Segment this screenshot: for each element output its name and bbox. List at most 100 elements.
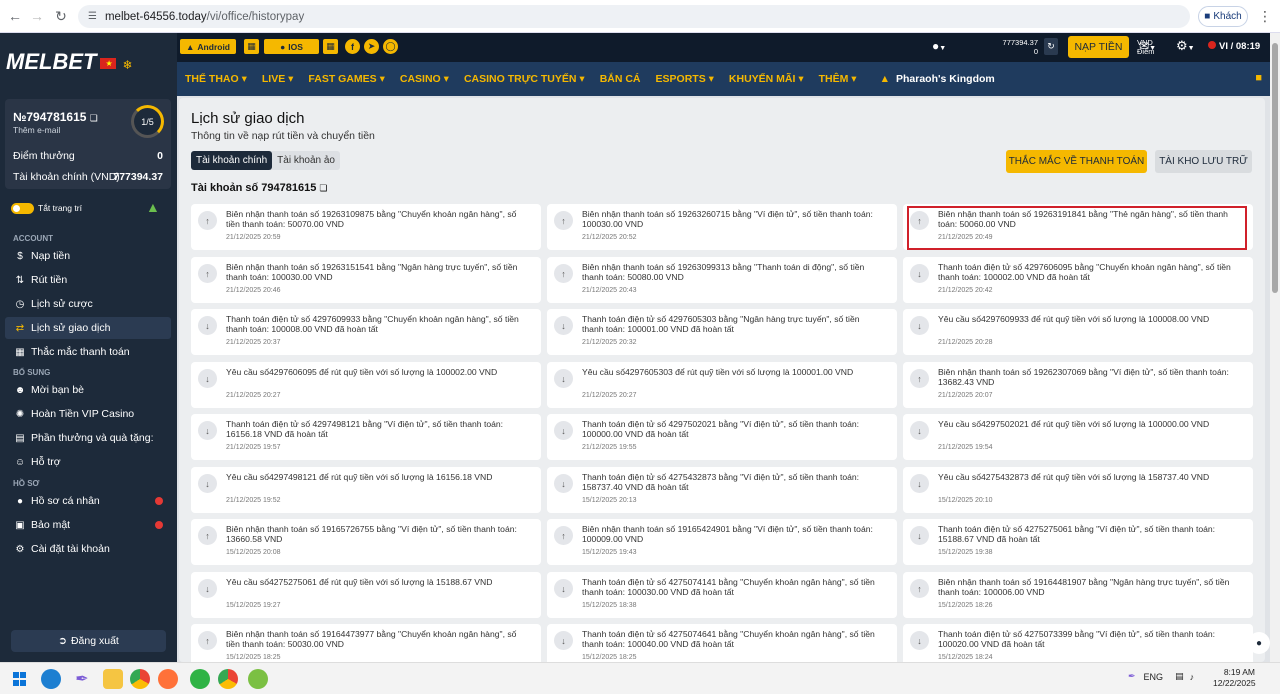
- transaction-card[interactable]: ↓ Thanh toán điện tử số 4297606095 bằng "…: [903, 257, 1253, 303]
- nav-promotions[interactable]: KHUYẾN MÃI ▾: [729, 73, 804, 85]
- transaction-card[interactable]: ↑ Biên nhận thanh toán số 19263260715 bằn…: [547, 204, 897, 250]
- transaction-card[interactable]: ↑ Biên nhận thanh toán số 19263109875 bằn…: [191, 204, 541, 250]
- pen-tray-icon[interactable]: ✒: [1128, 671, 1136, 682]
- transaction-card[interactable]: ↓ Thanh toán điện tử số 4297502021 bằng "…: [547, 414, 897, 460]
- nav-live[interactable]: LIVE ▾: [262, 73, 294, 85]
- sidebar-item-rewards[interactable]: ▤ Phần thưởng và quà tặng:: [5, 427, 171, 449]
- messages-icon[interactable]: ✉▼: [1139, 39, 1156, 53]
- transaction-card[interactable]: ↓ Thanh toán điện tử số 4297605303 bằng "…: [547, 309, 897, 355]
- transaction-card[interactable]: ↓ Yêu cầu số4297606095 để rút quỹ tiền vớ…: [191, 362, 541, 408]
- firefox-icon[interactable]: [158, 669, 178, 689]
- transaction-card[interactable]: ↑ Biên nhận thanh toán số 19263191841 bằn…: [903, 204, 1253, 250]
- ios-qr-icon[interactable]: ▦: [323, 39, 338, 54]
- transaction-card[interactable]: ↓ Yêu cầu số4297605303 để rút quỹ tiền vớ…: [547, 362, 897, 408]
- sidebar-item-payment-faq[interactable]: ▦ Thắc mắc thanh toán: [5, 341, 171, 363]
- reload-icon[interactable]: ↻: [50, 5, 72, 27]
- chrome-icon[interactable]: [130, 669, 150, 689]
- site-info-icon[interactable]: ☰: [88, 11, 97, 22]
- sidebar-item-transaction-history[interactable]: ⇄ Lịch sử giao dịch: [5, 317, 171, 339]
- sidebar-item-withdraw[interactable]: ⇅ Rút tiền: [5, 269, 171, 291]
- support-chat-icon[interactable]: ●: [1248, 632, 1270, 654]
- copy-icon[interactable]: ❏: [319, 183, 327, 193]
- network-icon[interactable]: ▤: [1175, 671, 1184, 682]
- app-lime-icon[interactable]: [248, 669, 268, 689]
- edge-icon[interactable]: [41, 669, 61, 689]
- transaction-card[interactable]: ↓ Thanh toán điện tử số 4275074141 bằng "…: [547, 572, 897, 618]
- android-qr-icon[interactable]: ▦: [244, 39, 259, 54]
- deposit-button[interactable]: NẠP TIỀN: [1068, 36, 1129, 58]
- tab-main-account[interactable]: Tài khoản chính: [191, 151, 273, 170]
- decoration-toggle[interactable]: [11, 203, 34, 214]
- nav-more[interactable]: THÊM ▾: [819, 73, 857, 85]
- ios-app-button[interactable]: ● IOS: [264, 39, 319, 54]
- book-icon[interactable]: ■: [1255, 72, 1262, 84]
- back-icon[interactable]: ←: [4, 5, 26, 27]
- guest-profile-button[interactable]: ■ Khách: [1198, 6, 1248, 27]
- add-email-link[interactable]: Thêm e-mail: [13, 125, 60, 135]
- transaction-card[interactable]: ↓ Yêu cầu số4297609933 để rút quỹ tiền vớ…: [903, 309, 1253, 355]
- nav-fast-games[interactable]: FAST GAMES ▾: [308, 73, 384, 85]
- archive-button[interactable]: TÀI KHO LƯU TRỮ: [1155, 150, 1252, 173]
- melbet-logo[interactable]: MELBET ★ ❄: [6, 49, 133, 75]
- transaction-card[interactable]: ↑ Biên nhận thanh toán số 19263099313 bằn…: [547, 257, 897, 303]
- transaction-card[interactable]: ↑ Biên nhận thanh toán số 19164473977 bằn…: [191, 624, 541, 662]
- sidebar-item-support[interactable]: ☺ Hỗ trợ: [5, 451, 171, 473]
- browser-menu-icon[interactable]: ⋮: [1258, 9, 1272, 23]
- nav-sports[interactable]: THỂ THAO ▾: [185, 73, 247, 85]
- transaction-card[interactable]: ↓ Yêu cầu số4297502021 để rút quỹ tiền vớ…: [903, 414, 1253, 460]
- transaction-date: 15/12/2025 19:27: [226, 602, 281, 609]
- address-bar[interactable]: ☰ melbet-64556.today/vi/office/historypa…: [78, 5, 1190, 28]
- transaction-card[interactable]: ↑ Biên nhận thanh toán số 19165424901 bằn…: [547, 519, 897, 565]
- transaction-card[interactable]: ↑ Biên nhận thanh toán số 19263151541 bằn…: [191, 257, 541, 303]
- sidebar-item-invite[interactable]: ☻ Mời bạn bè: [5, 379, 171, 401]
- volume-icon[interactable]: ♪: [1190, 672, 1195, 682]
- forward-icon[interactable]: →: [26, 5, 48, 27]
- transaction-card[interactable]: ↓ Thanh toán điện tử số 4275432873 bằng "…: [547, 467, 897, 513]
- refresh-balance-icon[interactable]: ↻: [1044, 38, 1058, 55]
- transaction-card[interactable]: ↑ Biên nhận thanh toán số 19262307069 bằn…: [903, 362, 1253, 408]
- page-scrollbar[interactable]: [1270, 33, 1280, 662]
- android-app-button[interactable]: ▲ Android: [180, 39, 236, 54]
- sidebar-item-account-settings[interactable]: ⚙ Cài đặt tài khoản: [5, 538, 171, 560]
- sidebar-item-security[interactable]: ▣ Bảo mật: [5, 514, 171, 536]
- transaction-card[interactable]: ↓ Thanh toán điện tử số 4275275061 bằng "…: [903, 519, 1253, 565]
- transaction-card[interactable]: ↓ Thanh toán điện tử số 4297609933 bằng "…: [191, 309, 541, 355]
- sidebar-item-bet-history[interactable]: ◷ Lịch sử cược: [5, 293, 171, 315]
- payment-faq-button[interactable]: THẮC MẮC VỀ THANH TOÁN: [1006, 150, 1147, 173]
- tab-virtual-account[interactable]: Tài khoản ảo: [272, 151, 340, 170]
- pen-app-icon[interactable]: ✒: [72, 669, 92, 689]
- transaction-card[interactable]: ↓ Yêu cầu số4297498121 để rút quỹ tiền vớ…: [191, 467, 541, 513]
- sidebar-item-deposit[interactable]: $ Nạp tiền: [5, 245, 171, 267]
- windows-start-icon[interactable]: [10, 669, 30, 689]
- scrollbar-thumb[interactable]: [1272, 43, 1278, 293]
- chrome-icon-2[interactable]: [218, 669, 238, 689]
- transaction-card[interactable]: ↑ Biên nhận thanh toán số 19164481907 bằn…: [903, 572, 1253, 618]
- nav-pharaohs-kingdom[interactable]: ▲ Pharaoh's Kingdom: [880, 73, 995, 85]
- transaction-card[interactable]: ↓ Yêu cầu số4275432873 để rút quỹ tiền vớ…: [903, 467, 1253, 513]
- language-time-selector[interactable]: VI / 08:19: [1208, 41, 1260, 52]
- level-progress[interactable]: 1/5: [131, 105, 164, 138]
- copy-icon[interactable]: ❏: [90, 113, 98, 123]
- nav-casino[interactable]: CASINO ▾: [400, 73, 449, 85]
- transaction-card[interactable]: ↑ Biên nhận thanh toán số 19165726755 bằn…: [191, 519, 541, 565]
- nav-fishing[interactable]: BẮN CÁ: [600, 73, 641, 85]
- instagram-icon[interactable]: ◯: [383, 39, 398, 54]
- settings-gear-icon[interactable]: ⚙▼: [1176, 38, 1195, 54]
- app-green-icon[interactable]: [190, 669, 210, 689]
- file-explorer-icon[interactable]: [103, 669, 123, 689]
- taskbar-clock[interactable]: 8:19 AM 12/22/2025: [1213, 667, 1256, 689]
- arrow-up-icon: ↑: [554, 526, 573, 545]
- transaction-card[interactable]: ↓ Thanh toán điện tử số 4297498121 bằng "…: [191, 414, 541, 460]
- sidebar-item-vip-cashback[interactable]: ✺ Hoàn Tiền VIP Casino: [5, 403, 171, 425]
- transaction-card[interactable]: ↓ Yêu cầu số4275275061 để rút quỹ tiền vớ…: [191, 572, 541, 618]
- language-indicator[interactable]: ENG: [1144, 672, 1164, 682]
- telegram-icon[interactable]: ➤: [364, 39, 379, 54]
- transaction-card[interactable]: ↓ Thanh toán điện tử số 4275074641 bằng "…: [547, 624, 897, 662]
- nav-live-casino[interactable]: CASINO TRỰC TUYẾN ▾: [464, 73, 585, 85]
- facebook-icon[interactable]: f: [345, 39, 360, 54]
- nav-esports[interactable]: ESPORTS ▾: [656, 73, 714, 85]
- user-icon[interactable]: ●▼: [932, 39, 946, 53]
- sidebar-item-profile[interactable]: ● Hồ sơ cá nhân: [5, 490, 171, 512]
- transaction-card[interactable]: ↓ Thanh toán điện tử số 4275073399 bằng "…: [903, 624, 1253, 662]
- logout-button[interactable]: ➲ Đăng xuất: [11, 630, 166, 652]
